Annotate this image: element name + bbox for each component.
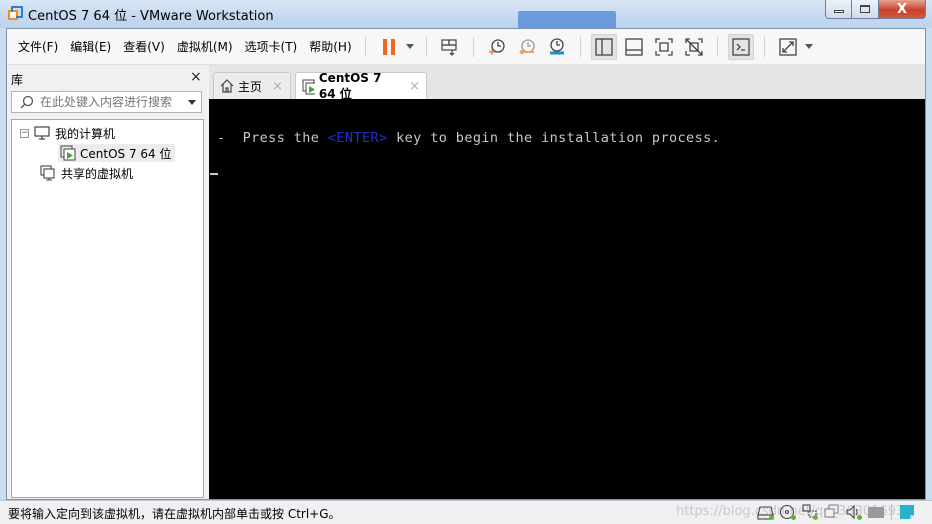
tree-item-label: 我的计算机 — [55, 126, 116, 141]
show-library-button[interactable] — [590, 33, 617, 60]
menu-help[interactable]: 帮助(H) — [304, 38, 356, 55]
toolbar: 文件(F) 编辑(E) 查看(V) 虚拟机(M) 选项卡(T) 帮助(H) — [7, 29, 925, 65]
tree-item-my-computer[interactable]: − 我的计算机 — [20, 124, 115, 142]
send-ctrl-alt-del-button[interactable] — [437, 34, 463, 60]
console-view-icon — [731, 37, 750, 56]
revert-snapshot-button[interactable] — [514, 34, 540, 60]
tree-item-label: 共享的虚拟机 — [61, 166, 134, 181]
tree-item-centos-vm[interactable]: CentOS 7 64 位 — [58, 144, 176, 162]
cd-dvd-status[interactable] — [779, 503, 797, 521]
toolbar-separator — [763, 36, 765, 57]
message-icon — [900, 505, 914, 519]
library-search-box[interactable] — [11, 91, 202, 113]
usb-status[interactable] — [823, 503, 841, 521]
menu-file[interactable]: 文件(F) — [13, 38, 63, 55]
full-screen-icon — [654, 37, 673, 56]
maximize-icon — [860, 5, 870, 13]
thumbnail-bar-icon — [624, 37, 643, 56]
console-prompt-line: - Press the <ENTER> key to begin the ins… — [217, 130, 720, 146]
tab-label: 主页 — [238, 79, 263, 94]
unity-button[interactable] — [681, 34, 707, 60]
take-snapshot-icon — [488, 38, 505, 55]
close-button[interactable]: X — [879, 0, 926, 19]
snapshot-manager-icon — [549, 37, 564, 54]
console-text: key to begin the installation process. — [387, 130, 721, 146]
minimize-icon — [833, 10, 844, 13]
status-message: 要将输入定向到该虚拟机，请在虚拟机内部单击或按 Ctrl+G。 — [8, 507, 341, 521]
stretch-dropdown-caret[interactable] — [804, 44, 813, 49]
vm-running-icon — [60, 145, 76, 161]
tab-label: CentOS 7 64 位 — [318, 71, 382, 101]
network-status[interactable] — [801, 503, 819, 521]
toolbar-separator — [716, 36, 718, 57]
library-tree: − 我的计算机 CentOS 7 64 位 共享的虚拟机 — [11, 119, 204, 498]
stretch-guest-button[interactable] — [775, 34, 801, 60]
shared-vm-icon — [40, 165, 55, 181]
text-cursor — [210, 173, 218, 175]
toolbar-separator — [364, 36, 366, 57]
home-icon — [220, 79, 234, 93]
toolbar-separator — [425, 36, 427, 57]
main-window: 文件(F) 编辑(E) 查看(V) 虚拟机(M) 选项卡(T) 帮助(H) 库 … — [6, 28, 926, 500]
message-log-status[interactable] — [898, 503, 916, 521]
collapse-icon[interactable]: − — [20, 128, 29, 138]
tree-item-shared-vms[interactable]: 共享的虚拟机 — [40, 164, 133, 182]
tab-home[interactable]: 主页 × — [213, 72, 291, 99]
sound-status[interactable] — [845, 503, 863, 521]
usb-icon — [824, 504, 839, 518]
minimize-button[interactable] — [825, 0, 852, 19]
stretch-guest-icon — [778, 37, 797, 56]
computer-icon — [34, 126, 50, 140]
vm-console[interactable]: - Press the <ENTER> key to begin the ins… — [209, 99, 925, 499]
thumbnail-bar-button[interactable] — [621, 34, 647, 60]
status-bar: 要将输入定向到该虚拟机，请在虚拟机内部单击或按 Ctrl+G。 https://… — [0, 500, 932, 524]
send-ctrl-alt-del-icon — [441, 38, 457, 56]
status-separator — [891, 504, 892, 520]
library-close-icon[interactable]: × — [190, 69, 202, 85]
display-status[interactable] — [867, 503, 885, 521]
toolbar-separator — [579, 36, 581, 57]
menu-vm[interactable]: 虚拟机(M) — [172, 38, 238, 55]
full-screen-button[interactable] — [651, 34, 677, 60]
title-bar: CentOS 7 64 位 - VMware Workstation X — [0, 0, 932, 29]
library-search-input[interactable] — [40, 95, 180, 109]
tab-close-icon[interactable]: × — [272, 79, 283, 94]
library-title: 库 — [11, 73, 24, 87]
vmware-logo-icon — [8, 6, 23, 20]
menu-view[interactable]: 查看(V) — [118, 38, 170, 55]
library-panel: 库 × − 我的计算机 CentOS 7 64 位 共享的虚拟机 — [7, 65, 207, 499]
tab-centos-vm[interactable]: CentOS 7 64 位 × — [295, 71, 427, 101]
close-icon: X — [896, 1, 908, 17]
snapshot-manager-button[interactable] — [544, 34, 570, 60]
vm-running-icon — [302, 78, 315, 95]
console-text: - Press the — [217, 130, 328, 146]
console-view-button[interactable] — [727, 33, 754, 60]
maximize-button[interactable] — [852, 0, 879, 19]
menu-tabs[interactable]: 选项卡(T) — [240, 38, 303, 55]
hard-disk-status[interactable] — [757, 503, 775, 521]
revert-snapshot-icon — [519, 38, 535, 55]
background-window-blur — [518, 11, 616, 29]
unity-icon — [684, 37, 703, 56]
toolbar-separator — [472, 36, 474, 57]
tree-item-label: CentOS 7 64 位 — [80, 146, 172, 161]
pause-icon — [382, 38, 395, 55]
display-icon — [868, 507, 884, 518]
take-snapshot-button[interactable] — [484, 34, 510, 60]
tab-close-icon[interactable]: × — [409, 79, 420, 94]
menu-edit[interactable]: 编辑(E) — [65, 38, 116, 55]
pause-button[interactable] — [376, 34, 402, 60]
search-dropdown-caret[interactable] — [188, 99, 196, 105]
tab-bar: 主页 × CentOS 7 64 位 × — [209, 65, 925, 101]
window-title: CentOS 7 64 位 - VMware Workstation — [28, 9, 274, 24]
search-icon — [20, 95, 34, 109]
show-library-icon — [594, 37, 613, 56]
enter-key-text: <ENTER> — [327, 130, 388, 146]
power-dropdown-caret[interactable] — [405, 44, 414, 49]
